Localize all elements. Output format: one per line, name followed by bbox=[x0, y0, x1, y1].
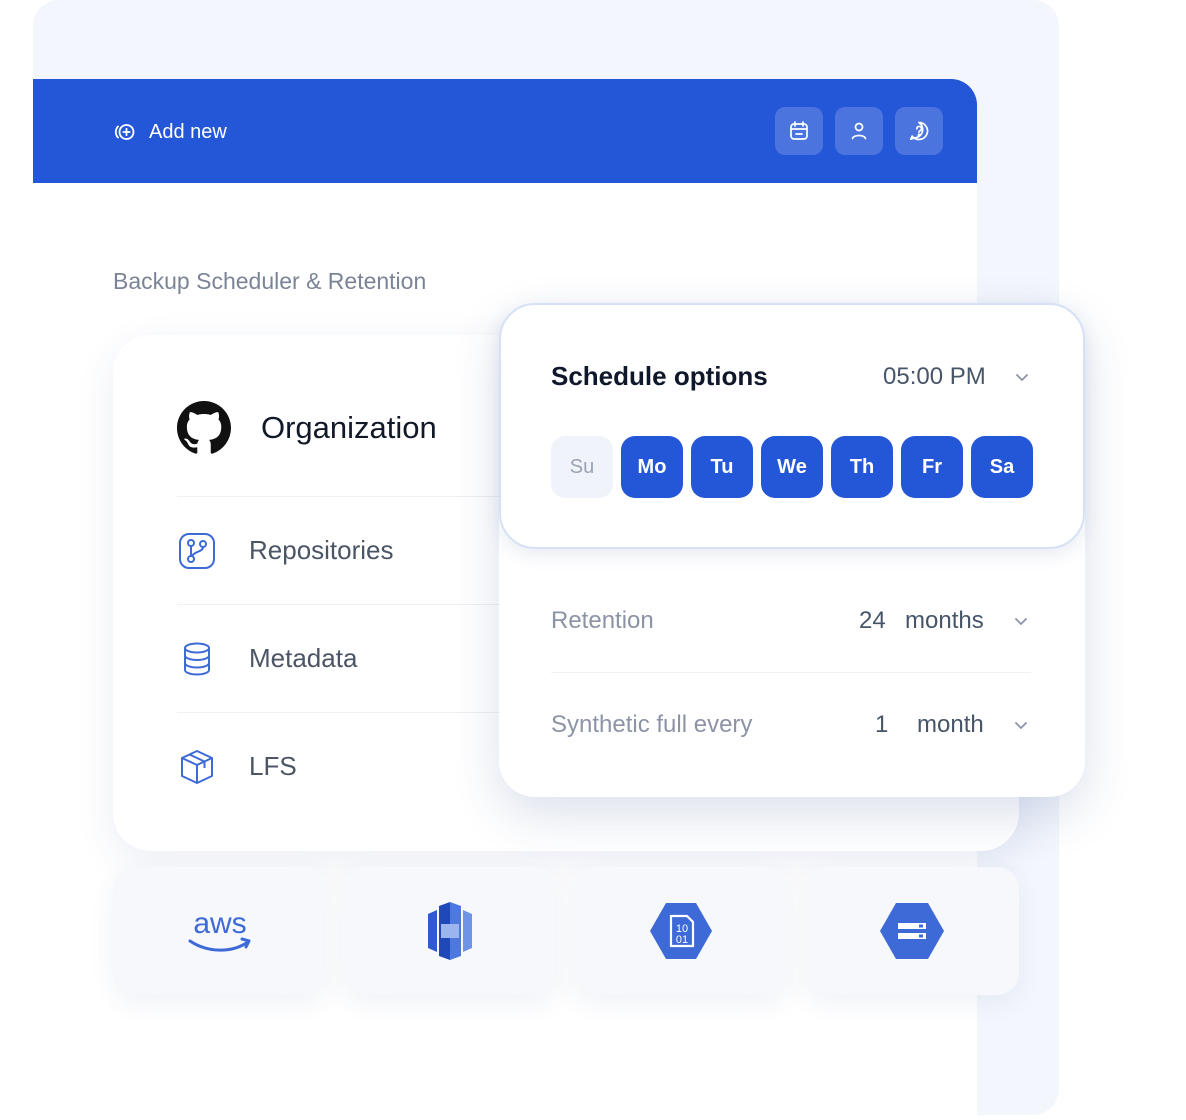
help-icon bbox=[909, 121, 929, 141]
package-icon bbox=[181, 749, 213, 784]
metadata-label: Metadata bbox=[249, 643, 358, 673]
day-friday[interactable]: Fr bbox=[901, 436, 963, 498]
aws-s3-logo bbox=[428, 902, 472, 960]
day-saturday[interactable]: Sa bbox=[971, 436, 1033, 498]
user-icon bbox=[851, 122, 867, 140]
retention-value[interactable]: 24 bbox=[859, 607, 886, 635]
header-bar: Add new bbox=[33, 79, 977, 183]
provider-s3[interactable] bbox=[343, 867, 557, 995]
provider-azure-blob[interactable]: 10 01 bbox=[574, 867, 788, 995]
azure-blob-storage-logo: 10 01 bbox=[650, 903, 712, 959]
svg-text:aws: aws bbox=[193, 907, 246, 940]
schedule-title: Schedule options bbox=[551, 361, 768, 391]
retention-label: Retention bbox=[551, 607, 654, 634]
options-card: Schedule options 05:00 PM Su Mo Tu We Th… bbox=[499, 303, 1085, 797]
provider-google-cloud[interactable] bbox=[805, 867, 1019, 995]
add-new-label: Add new bbox=[149, 120, 227, 143]
database-icon bbox=[184, 642, 210, 676]
synthetic-full-unit-select[interactable]: month bbox=[917, 711, 984, 739]
list-item-metadata[interactable]: Metadata bbox=[177, 604, 537, 712]
chevron-down-icon[interactable] bbox=[1012, 367, 1032, 387]
day-sunday[interactable]: Su bbox=[551, 436, 613, 498]
day-wednesday[interactable]: We bbox=[761, 436, 823, 498]
profile-button[interactable] bbox=[835, 107, 883, 155]
provider-aws[interactable]: aws bbox=[113, 867, 327, 995]
schedule-time-select[interactable]: 05:00 PM bbox=[883, 363, 986, 391]
synthetic-full-label: Synthetic full every bbox=[551, 711, 753, 738]
chevron-down-icon[interactable] bbox=[1011, 611, 1031, 631]
add-circle-icon bbox=[114, 124, 135, 140]
day-tuesday[interactable]: Tu bbox=[691, 436, 753, 498]
day-monday[interactable]: Mo bbox=[621, 436, 683, 498]
retention-unit-select[interactable]: months bbox=[905, 607, 984, 635]
schedule-options-box: Schedule options 05:00 PM Su Mo Tu We Th… bbox=[499, 303, 1085, 549]
day-thursday[interactable]: Th bbox=[831, 436, 893, 498]
help-button[interactable] bbox=[895, 107, 943, 155]
list-item-lfs[interactable]: LFS bbox=[177, 712, 537, 820]
organization-title: Organization bbox=[261, 410, 437, 445]
git-branch-icon bbox=[179, 532, 215, 569]
list-item-repositories[interactable]: Repositories bbox=[177, 496, 537, 604]
calendar-button[interactable] bbox=[775, 107, 823, 155]
aws-logo: aws bbox=[188, 907, 251, 952]
synthetic-full-row: Synthetic full every 1 month bbox=[551, 673, 1031, 777]
google-cloud-storage-logo bbox=[880, 903, 944, 959]
synthetic-full-value[interactable]: 1 bbox=[875, 711, 888, 739]
lfs-label: LFS bbox=[249, 751, 297, 781]
svg-text:01: 01 bbox=[676, 934, 688, 946]
organization-header: Organization bbox=[177, 400, 437, 456]
retention-row: Retention 24 months bbox=[551, 569, 1031, 673]
chevron-down-icon[interactable] bbox=[1011, 715, 1031, 735]
day-selector: Su Mo Tu We Th Fr Sa bbox=[551, 436, 1033, 498]
add-new-button[interactable]: Add new bbox=[113, 119, 227, 145]
calendar-icon bbox=[790, 121, 808, 140]
github-icon bbox=[177, 401, 231, 454]
repositories-label: Repositories bbox=[249, 535, 394, 565]
section-title: Backup Scheduler & Retention bbox=[113, 268, 427, 294]
